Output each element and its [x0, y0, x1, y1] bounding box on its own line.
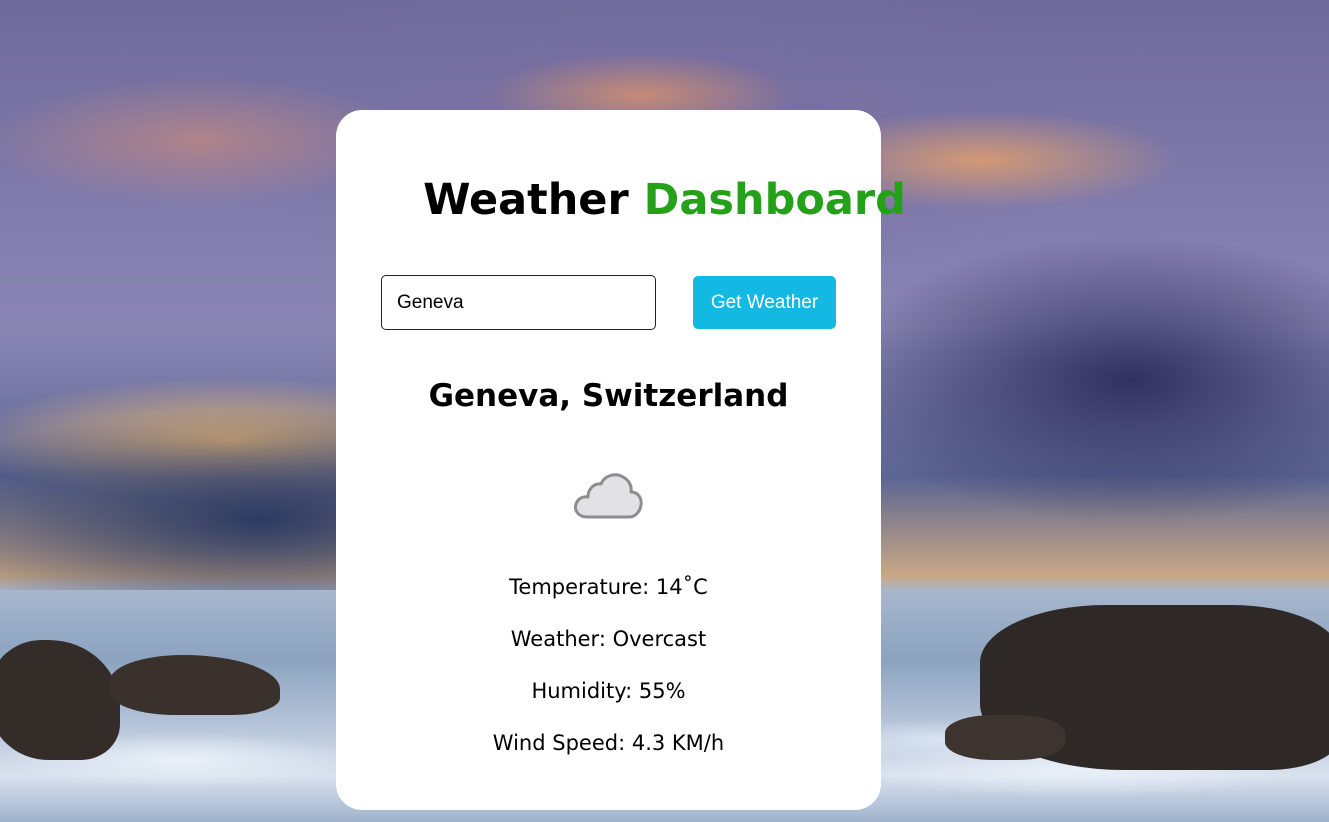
get-weather-button[interactable]: Get Weather	[693, 276, 836, 329]
condition-text: Weather: Overcast	[510, 627, 707, 651]
temperature-text: Temperature: 14˚C	[509, 575, 708, 599]
title-accent: Dashboard	[643, 175, 906, 225]
humidity-text: Humidity: 55%	[531, 679, 686, 703]
cloud-icon	[574, 473, 643, 519]
title-main: Weather	[423, 175, 629, 225]
background-rock	[945, 715, 1065, 760]
location-heading: Geneva, Switzerland	[428, 378, 789, 414]
page-title: Weather Dashboard	[0, 172, 1329, 228]
wind-speed-text: Wind Speed: 4.3 KM/h	[492, 731, 725, 755]
city-search-input[interactable]	[381, 275, 656, 330]
